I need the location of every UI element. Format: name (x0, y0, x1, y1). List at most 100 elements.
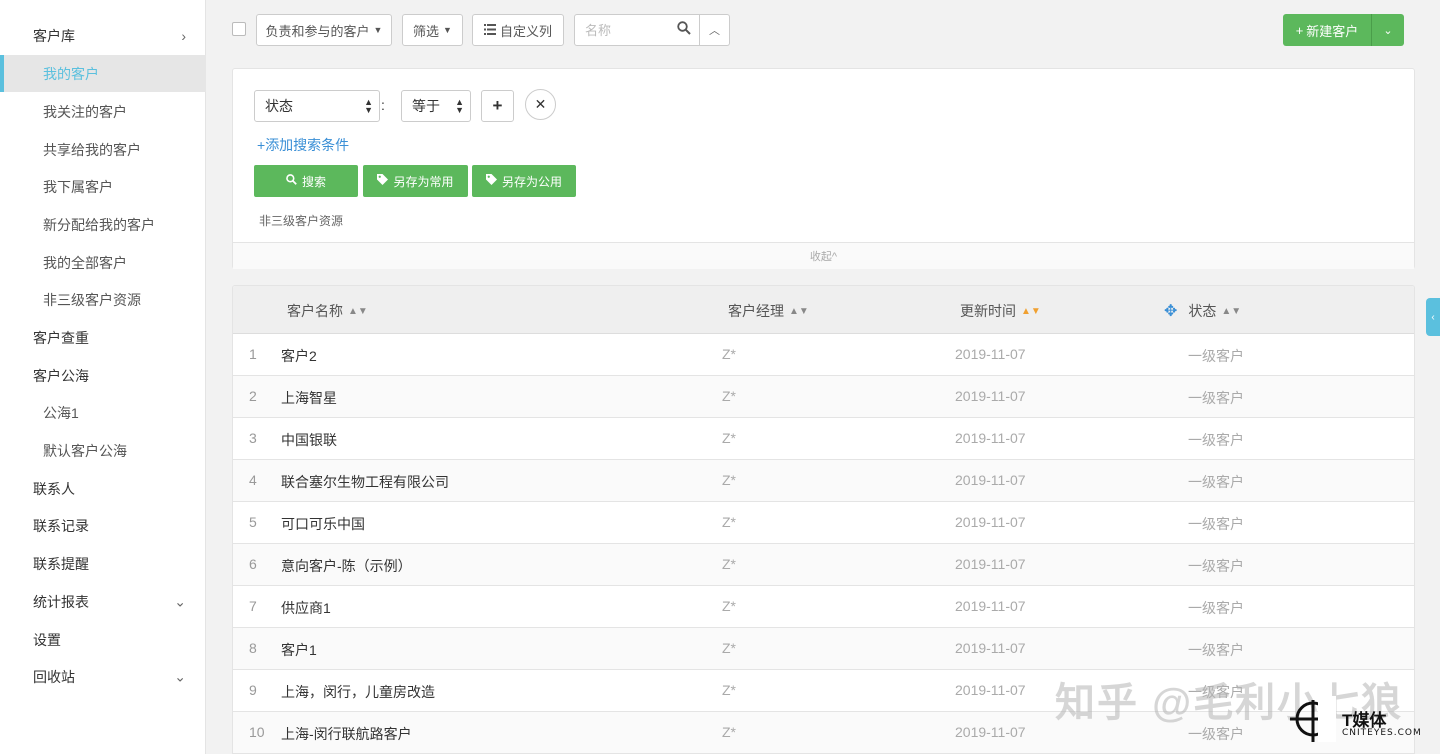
sidebar-item-customer-library[interactable]: 客户库 › (0, 17, 206, 54)
remove-condition-button[interactable]: ✕ (525, 89, 556, 120)
row-index: 7 (249, 598, 257, 614)
custom-columns-button[interactable]: 自定义列 (472, 14, 564, 46)
customer-name-cell[interactable]: 上海-闵行联航路客户 (281, 724, 412, 744)
sidebar-item-subordinate-customers[interactable]: 我下属客户 (0, 168, 206, 205)
sort-icon: ▲▼ (1221, 305, 1242, 317)
manager-cell: Z* (722, 514, 736, 530)
table-row[interactable]: 2 上海智星 Z* 2019-11-07 一级客户 (233, 376, 1414, 418)
tag-icon (485, 174, 497, 188)
sidebar-item-non-level3[interactable]: 非三级客户资源 (0, 281, 206, 318)
updated-time-cell: 2019-11-07 (955, 640, 1026, 656)
search-icon (286, 174, 297, 188)
manager-cell: Z* (722, 388, 736, 404)
customer-name-cell[interactable]: 联合塞尔生物工程有限公司 (281, 472, 449, 492)
column-header-manager[interactable]: 客户经理 ▲▼ (728, 301, 809, 321)
customer-name-cell[interactable]: 意向客户-陈（示例） (281, 556, 412, 576)
updated-time-cell: 2019-11-07 (955, 388, 1026, 404)
row-index: 10 (249, 724, 265, 740)
sidebar-item-duplicate-check[interactable]: 客户查重 (0, 319, 206, 356)
updated-time-cell: 2019-11-07 (955, 430, 1026, 446)
sidebar-item-contact-records[interactable]: 联系记录 (0, 507, 206, 544)
row-index: 8 (249, 640, 257, 656)
row-index: 6 (249, 556, 257, 572)
sidebar-item-default-pool[interactable]: 默认客户公海 (0, 432, 206, 469)
search-input[interactable] (585, 22, 675, 38)
scope-dropdown[interactable]: 负责和参与的客户 ▼ (256, 14, 392, 46)
sidebar-item-contacts[interactable]: 联系人 (0, 470, 206, 507)
sidebar-item-newly-assigned[interactable]: 新分配给我的客户 (0, 206, 206, 243)
table-row[interactable]: 5 可口可乐中国 Z* 2019-11-07 一级客户 (233, 502, 1414, 544)
sidebar-item-reports[interactable]: 统计报表 ⌄ (0, 583, 206, 620)
save-as-common-button[interactable]: 另存为常用 (363, 165, 468, 197)
customer-name-cell[interactable]: 供应商1 (281, 598, 331, 618)
add-search-condition-link[interactable]: +添加搜索条件 (257, 135, 349, 155)
column-header-updated-time[interactable]: 更新时间 ▲▼ (960, 301, 1041, 321)
search-field (574, 14, 700, 46)
table-row[interactable]: 10 上海-闵行联航路客户 Z* 2019-11-07 一级客户 (233, 712, 1414, 754)
field-select[interactable]: 状态 ▲ ▼ (254, 90, 380, 122)
table-row[interactable]: 7 供应商1 Z* 2019-11-07 一级客户 (233, 586, 1414, 628)
table-row[interactable]: 8 客户1 Z* 2019-11-07 一级客户 (233, 628, 1414, 670)
chevron-down-icon: ⌄ (1383, 24, 1393, 37)
customer-name-cell[interactable]: 中国银联 (281, 430, 337, 450)
select-all-checkbox[interactable] (232, 22, 246, 36)
sidebar-item-followed-customers[interactable]: 我关注的客户 (0, 93, 206, 130)
table-row[interactable]: 3 中国银联 Z* 2019-11-07 一级客户 (233, 418, 1414, 460)
sidebar-item-my-customers[interactable]: 我的客户 (0, 55, 206, 92)
column-header-customer-name[interactable]: 客户名称 ▲▼ (287, 301, 368, 321)
sidebar-item-customer-pool[interactable]: 客户公海 (0, 357, 206, 394)
sidebar-item-shared-customers[interactable]: 共享给我的客户 (0, 131, 206, 168)
sidebar-item-settings[interactable]: 设置 (0, 621, 206, 658)
toolbar: 负责和参与的客户 ▼ 筛选 ▼ 自定义列 ︿ + 新建客户 ⌄ (206, 0, 1440, 60)
plus-icon: + (257, 137, 266, 153)
table-row[interactable]: 9 上海，闵行，儿童房改造 Z* 2019-11-07 一级客户 (233, 670, 1414, 712)
updated-time-cell: 2019-11-07 (955, 598, 1026, 614)
sort-icon: ▲▼ (1021, 305, 1041, 317)
sidebar-item-contact-reminders[interactable]: 联系提醒 (0, 545, 206, 582)
plus-icon: + (492, 96, 503, 115)
sort-arrows-icon: ▲ ▼ (455, 97, 464, 115)
customer-name-cell[interactable]: 上海智星 (281, 388, 337, 408)
sidebar: 客户库 › 我的客户 我关注的客户 共享给我的客户 我下属客户 新分配给我的客户 … (0, 0, 206, 754)
search-button[interactable]: 搜索 (254, 165, 358, 197)
table-row[interactable]: 1 客户2 Z* 2019-11-07 一级客户 (233, 334, 1414, 376)
new-customer-button[interactable]: + 新建客户 (1283, 14, 1371, 46)
sidebar-item-all-my-customers[interactable]: 我的全部客户 (0, 244, 206, 281)
column-resize-icon[interactable]: ✥ (1164, 301, 1177, 321)
list-icon (483, 23, 496, 38)
row-index: 5 (249, 514, 257, 530)
plus-icon: + (1295, 22, 1304, 38)
add-condition-icon-button[interactable]: + (481, 90, 514, 122)
save-as-public-button[interactable]: 另存为公用 (472, 165, 576, 197)
sidebar-item-pool-1[interactable]: 公海1 (0, 394, 206, 431)
collapse-filter-toggle[interactable]: 收起^ (233, 242, 1414, 269)
table-row[interactable]: 4 联合塞尔生物工程有限公司 Z* 2019-11-07 一级客户 (233, 460, 1414, 502)
row-index: 9 (249, 682, 257, 698)
search-icon[interactable] (677, 21, 691, 38)
table-row[interactable]: 6 意向客户-陈（示例） Z* 2019-11-07 一级客户 (233, 544, 1414, 586)
sort-icon: ▲▼ (789, 305, 809, 317)
updated-time-cell: 2019-11-07 (955, 724, 1026, 740)
chevron-down-icon: ⌄ (174, 593, 186, 609)
sort-arrows-icon: ▲ ▼ (364, 97, 373, 115)
saved-filter-tag[interactable]: 非三级客户资源 (259, 212, 343, 229)
status-cell: 一级客户 (1188, 684, 1244, 700)
customer-name-cell[interactable]: 可口可乐中国 (281, 514, 365, 534)
column-header-status[interactable]: ✥ 状态 ▲▼ (1164, 301, 1241, 321)
customer-name-cell[interactable]: 上海，闵行，儿童房改造 (281, 682, 435, 702)
manager-cell: Z* (722, 556, 736, 572)
chevron-up-icon[interactable]: ︿ (700, 14, 730, 46)
customer-name-cell[interactable]: 客户2 (281, 346, 317, 366)
chevron-down-icon: ⌄ (174, 668, 186, 684)
row-index: 2 (249, 388, 257, 404)
customer-name-cell[interactable]: 客户1 (281, 640, 317, 660)
status-cell: 一级客户 (1188, 516, 1244, 532)
new-customer-dropdown[interactable]: ⌄ (1371, 14, 1404, 46)
side-panel-toggle[interactable]: ‹ (1426, 298, 1440, 336)
updated-time-cell: 2019-11-07 (955, 682, 1026, 698)
manager-cell: Z* (722, 640, 736, 656)
sidebar-item-recycle-bin[interactable]: 回收站 ⌄ (0, 658, 206, 695)
filter-dropdown[interactable]: 筛选 ▼ (402, 14, 463, 46)
operator-select[interactable]: 等于 ▲ ▼ (401, 90, 471, 122)
chevron-left-icon: ‹ (1431, 311, 1435, 323)
